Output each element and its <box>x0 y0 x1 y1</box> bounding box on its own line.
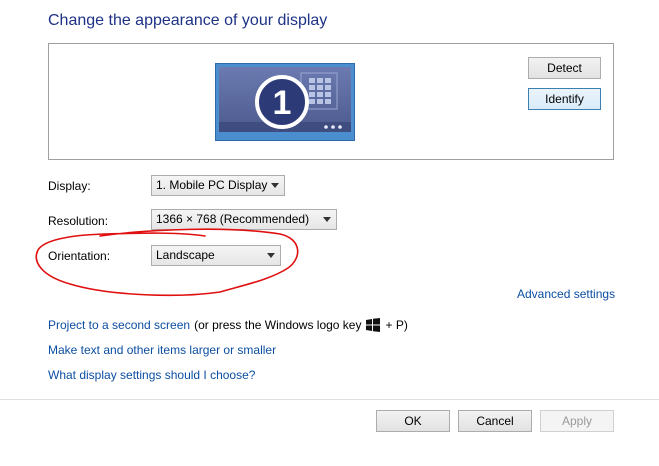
advanced-settings-link[interactable]: Advanced settings <box>517 287 615 301</box>
resolution-select-value: 1366 × 768 (Recommended) <box>156 212 310 226</box>
footer-divider <box>0 399 659 400</box>
detect-button[interactable]: Detect <box>528 57 601 79</box>
red-annotation-ellipse <box>35 228 299 297</box>
monitor-number: 1 <box>272 84 292 122</box>
project-line: Project to a second screen (or press the… <box>48 318 408 332</box>
project-hint-suffix: + P) <box>385 318 408 332</box>
ok-button[interactable]: OK <box>376 410 450 432</box>
apply-button[interactable]: Apply <box>540 410 614 432</box>
chevron-down-icon <box>271 183 279 188</box>
windows-logo-icon <box>366 318 381 332</box>
display-select-value: 1. Mobile PC Display <box>156 178 268 192</box>
display-select[interactable]: 1. Mobile PC Display <box>151 175 285 196</box>
text-size-link[interactable]: Make text and other items larger or smal… <box>48 343 276 357</box>
resolution-label: Resolution: <box>48 214 109 228</box>
cancel-button[interactable]: Cancel <box>458 410 532 432</box>
identify-button[interactable]: Identify <box>528 88 601 110</box>
project-second-screen-link[interactable]: Project to a second screen <box>48 318 190 332</box>
page-title: Change the appearance of your display <box>48 12 328 29</box>
display-help-link[interactable]: What display settings should I choose? <box>48 368 255 382</box>
project-hint-text: (or press the Windows logo key <box>194 318 362 332</box>
chevron-down-icon <box>323 217 331 222</box>
display-label: Display: <box>48 179 91 193</box>
resolution-select[interactable]: 1366 × 768 (Recommended) <box>151 209 337 230</box>
